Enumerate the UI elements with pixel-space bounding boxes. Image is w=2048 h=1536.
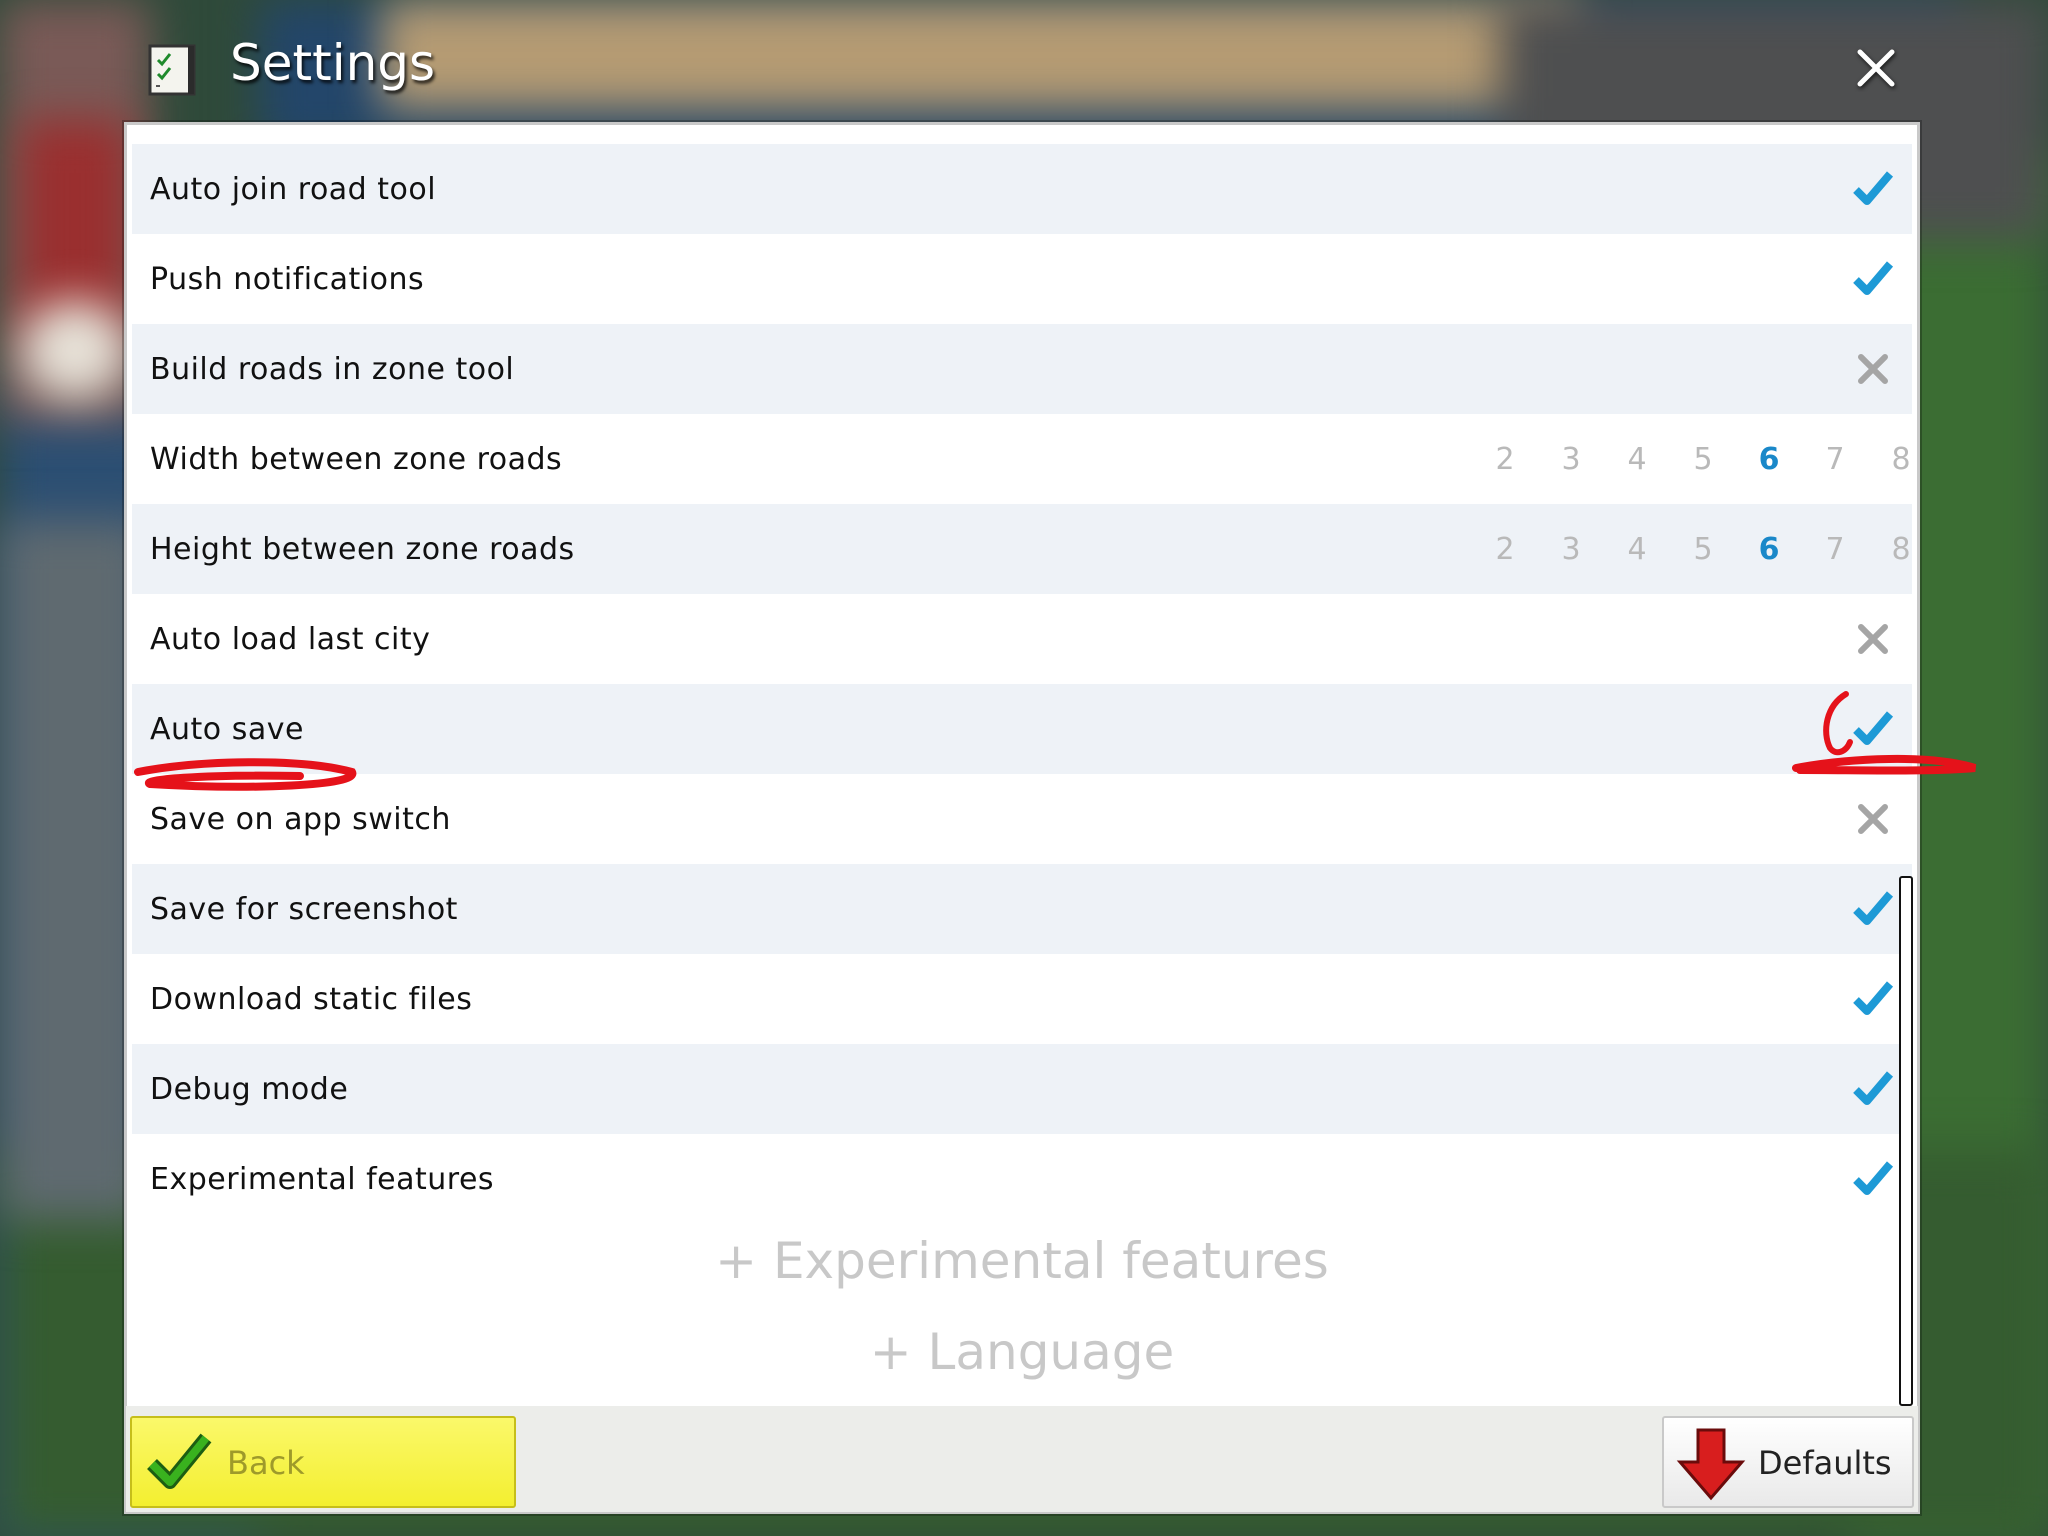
defaults-button-label: Defaults — [1758, 1444, 1892, 1482]
page-title: Settings — [230, 34, 436, 92]
height-selector: 2 3 4 5 6 7 8 — [1472, 504, 1934, 594]
setting-label: Experimental features — [150, 1161, 495, 1197]
setting-row-debug-mode[interactable]: Debug mode — [132, 1044, 1912, 1134]
checkmark-icon[interactable] — [1852, 978, 1894, 1020]
setting-label: Debug mode — [150, 1071, 349, 1107]
width-option-2[interactable]: 2 — [1472, 442, 1538, 477]
setting-row-save-on-app-switch[interactable]: Save on app switch — [132, 774, 1912, 864]
setting-label: Height between zone roads — [150, 531, 575, 567]
close-icon[interactable] — [1852, 44, 1900, 92]
width-selector: 2 3 4 5 6 7 8 — [1472, 414, 1934, 504]
setting-row-auto-join-road-tool[interactable]: Auto join road tool — [132, 144, 1912, 234]
setting-label: Build roads in zone tool — [150, 351, 515, 387]
checkmark-icon[interactable] — [1852, 708, 1894, 750]
width-option-7[interactable]: 7 — [1802, 442, 1868, 477]
width-option-4[interactable]: 4 — [1604, 442, 1670, 477]
height-option-2[interactable]: 2 — [1472, 532, 1538, 567]
setting-row-save-for-screenshot[interactable]: Save for screenshot — [132, 864, 1912, 954]
setting-label: Download static files — [150, 981, 473, 1017]
cross-icon[interactable] — [1852, 618, 1894, 660]
setting-label: Push notifications — [150, 261, 425, 297]
back-button[interactable]: Back — [130, 1416, 516, 1508]
setting-row-download-static-files[interactable]: Download static files — [132, 954, 1912, 1044]
height-option-7[interactable]: 7 — [1802, 532, 1868, 567]
checkmark-icon[interactable] — [1852, 168, 1894, 210]
section-experimental-features[interactable]: + Experimental features — [132, 1232, 1912, 1290]
checkmark-icon[interactable] — [1852, 1158, 1894, 1200]
setting-label: Auto load last city — [150, 621, 431, 657]
setting-row-auto-load-last-city[interactable]: Auto load last city — [132, 594, 1912, 684]
back-button-label: Back — [227, 1444, 305, 1482]
settings-list: Auto join road tool Push notifications B… — [132, 144, 1912, 1224]
setting-row-build-roads-in-zone-tool[interactable]: Build roads in zone tool — [132, 324, 1912, 414]
setting-row-height-between-zone-roads: Height between zone roads 2 3 4 5 6 7 8 — [132, 504, 1912, 594]
height-option-6-selected[interactable]: 6 — [1736, 532, 1802, 567]
width-option-5[interactable]: 5 — [1670, 442, 1736, 477]
width-option-3[interactable]: 3 — [1538, 442, 1604, 477]
setting-label: Save on app switch — [150, 801, 451, 837]
defaults-button[interactable]: Defaults — [1662, 1416, 1914, 1508]
green-check-icon — [147, 1433, 212, 1489]
width-option-6-selected[interactable]: 6 — [1736, 442, 1802, 477]
checkmark-icon[interactable] — [1852, 888, 1894, 930]
checklist-icon — [148, 44, 196, 96]
height-option-8[interactable]: 8 — [1868, 532, 1934, 567]
cross-icon[interactable] — [1852, 348, 1894, 390]
setting-row-experimental-features[interactable]: Experimental features — [132, 1134, 1912, 1224]
cross-icon[interactable] — [1852, 798, 1894, 840]
height-option-5[interactable]: 5 — [1670, 532, 1736, 567]
checkmark-icon[interactable] — [1852, 258, 1894, 300]
setting-label: Auto save — [150, 711, 304, 747]
scrollbar[interactable] — [1899, 876, 1913, 1406]
checkmark-icon[interactable] — [1852, 1068, 1894, 1110]
setting-label: Save for screenshot — [150, 891, 458, 927]
setting-label: Width between zone roads — [150, 441, 563, 477]
setting-row-push-notifications[interactable]: Push notifications — [132, 234, 1912, 324]
section-language[interactable]: + Language — [132, 1323, 1912, 1381]
height-option-4[interactable]: 4 — [1604, 532, 1670, 567]
setting-row-auto-save[interactable]: Auto save — [132, 684, 1912, 774]
setting-row-width-between-zone-roads: Width between zone roads 2 3 4 5 6 7 8 — [132, 414, 1912, 504]
red-down-arrow-icon — [1676, 1428, 1746, 1501]
width-option-8[interactable]: 8 — [1868, 442, 1934, 477]
height-option-3[interactable]: 3 — [1538, 532, 1604, 567]
setting-label: Auto join road tool — [150, 171, 437, 207]
